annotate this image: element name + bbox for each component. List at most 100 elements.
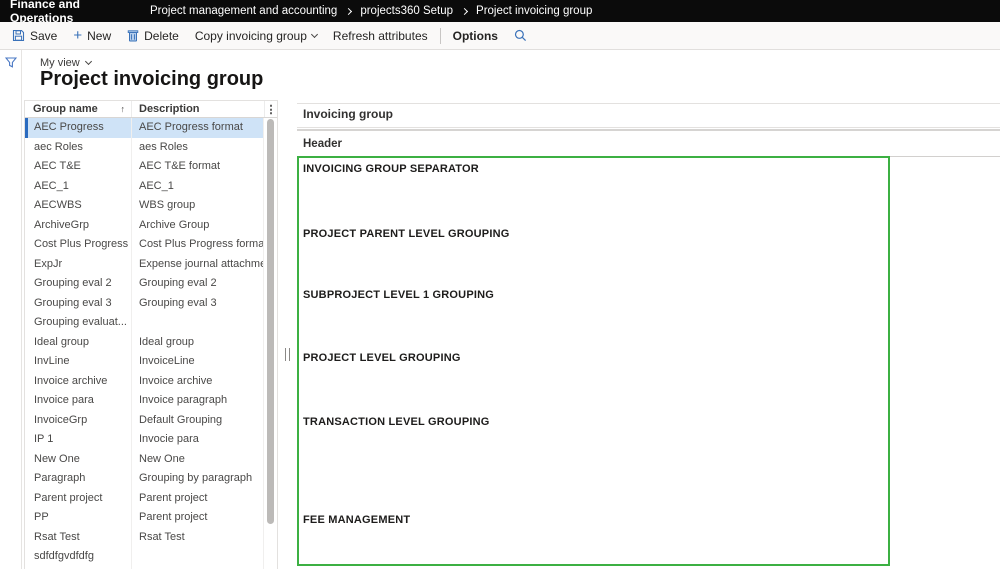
tab-invoicing-group[interactable]: Invoicing group bbox=[303, 107, 393, 121]
list-cell-group-name: sdfdfgvdfdfg bbox=[25, 547, 132, 567]
list-cell-description: Grouping eval 3 bbox=[132, 293, 264, 313]
section-title: FEE MANAGEMENT bbox=[303, 514, 411, 526]
list-cell-description: Invoice archive bbox=[132, 371, 264, 391]
list-cell-group-name: Grouping eval 3 bbox=[25, 293, 132, 313]
options-label: Options bbox=[452, 28, 498, 43]
table-row[interactable]: AECWBS WBS group bbox=[25, 196, 264, 216]
list-cell-group-name: Ideal group bbox=[25, 332, 132, 352]
table-row[interactable]: InvLine InvoiceLine bbox=[25, 352, 264, 372]
breadcrumb-item-module[interactable]: Project management and accounting bbox=[150, 5, 337, 17]
description-header-label: Description bbox=[139, 103, 200, 115]
panel-splitter-handle[interactable] bbox=[285, 348, 290, 361]
list-cell-group-name: Invoice para bbox=[25, 391, 132, 411]
list-rows: AEC Progress AEC Progress format aec Roles… bbox=[25, 118, 277, 569]
chevron-right-icon bbox=[460, 7, 469, 15]
list-cell-description: InvoiceLine bbox=[132, 352, 264, 372]
list-cell-group-name: AEC T&E bbox=[25, 157, 132, 177]
breadcrumb: Project management and accounting projec… bbox=[150, 5, 592, 17]
options-button[interactable]: Options bbox=[445, 22, 506, 49]
list-cell-description: Ideal group bbox=[132, 332, 264, 352]
list-cell-group-name: Rsat Test bbox=[25, 527, 132, 547]
delete-button[interactable]: Delete bbox=[119, 22, 187, 49]
list-cell-description: Invocie para bbox=[132, 430, 264, 450]
list-cell-description: Default Grouping bbox=[132, 410, 264, 430]
filter-icon[interactable] bbox=[4, 50, 17, 73]
list-cell-group-name: Cost Plus Progress bbox=[25, 235, 132, 255]
table-row[interactable]: Grouping evaluat... bbox=[25, 313, 264, 333]
list-cell-group-name: Grouping eval 2 bbox=[25, 274, 132, 294]
table-row[interactable]: InvoiceGrp Default Grouping bbox=[25, 410, 264, 430]
table-row[interactable]: aec Roles aes Roles bbox=[25, 137, 264, 157]
list-scrollbar-thumb[interactable] bbox=[267, 119, 274, 524]
list-cell-description: AEC_1 bbox=[132, 176, 264, 196]
list-cell-group-name: InvoiceGrp bbox=[25, 410, 132, 430]
refresh-attributes-button[interactable]: Refresh attributes bbox=[325, 22, 436, 49]
table-row[interactable]: Ideal group Ideal group bbox=[25, 332, 264, 352]
new-button[interactable]: + New bbox=[65, 22, 119, 49]
section-title: SUBPROJECT LEVEL 1 GROUPING bbox=[303, 289, 495, 301]
table-row[interactable]: Paragraph Grouping by paragraph bbox=[25, 469, 264, 489]
table-row[interactable]: Grouping eval 2 Grouping eval 2 bbox=[25, 274, 264, 294]
form-section-project-parent-level-grouping: PROJECT PARENT LEVEL GROUPING bbox=[303, 228, 888, 240]
list-cell-description bbox=[132, 547, 264, 567]
top-app-bar: Finance and Operations Project managemen… bbox=[0, 0, 1000, 25]
breadcrumb-item-setup[interactable]: projects360 Setup bbox=[360, 5, 453, 17]
table-row[interactable]: Rsat Test Rsat Test bbox=[25, 527, 264, 547]
copy-invoicing-group-label: Copy invoicing group bbox=[194, 28, 307, 43]
list-cell-group-name: aec Roles bbox=[25, 137, 132, 157]
list-cell-description: Grouping eval 2 bbox=[132, 274, 264, 294]
chevron-down-icon bbox=[84, 57, 92, 66]
table-row[interactable]: Invoice archive Invoice archive bbox=[25, 371, 264, 391]
list-cell-group-name: InvLine bbox=[25, 352, 132, 372]
list-cell-description: Parent project bbox=[132, 508, 264, 528]
table-row[interactable]: IP 1 Invocie para bbox=[25, 430, 264, 450]
table-row[interactable]: ExpJr Expense journal attachme... bbox=[25, 254, 264, 274]
table-row[interactable]: Grouping eval 3 Grouping eval 3 bbox=[25, 293, 264, 313]
tab-underline bbox=[297, 127, 1000, 128]
grid-options-icon[interactable]: ⋮ bbox=[265, 103, 277, 116]
list-cell-description: Grouping by paragraph bbox=[132, 469, 264, 489]
list-cell-group-name: Parent project bbox=[25, 488, 132, 508]
list-cell-description: Cost Plus Progress format bbox=[132, 235, 264, 255]
form-section-fee-management: FEE MANAGEMENT bbox=[303, 514, 888, 526]
trash-icon bbox=[127, 29, 139, 42]
table-row[interactable]: sdfdfgvdfdfg bbox=[25, 547, 264, 567]
table-row[interactable]: ArchiveGrp Archive Group bbox=[25, 215, 264, 235]
delete-label: Delete bbox=[144, 28, 179, 43]
toolbar-divider bbox=[439, 27, 441, 44]
table-row[interactable]: AEC T&E AEC T&E format bbox=[25, 157, 264, 177]
column-header-description[interactable]: Description bbox=[132, 101, 265, 117]
tab-header-section[interactable]: Header bbox=[303, 138, 342, 150]
list-cell-group-name: Paragraph bbox=[25, 469, 132, 489]
tab-separator bbox=[297, 129, 1000, 131]
table-row[interactable]: New One New One bbox=[25, 449, 264, 469]
filter-rail bbox=[0, 50, 22, 569]
table-row[interactable]: Parent project Parent project bbox=[25, 488, 264, 508]
group-name-header-label: Group name bbox=[33, 103, 98, 115]
section-title: PROJECT LEVEL GROUPING bbox=[303, 352, 461, 364]
save-button[interactable]: Save bbox=[4, 22, 65, 49]
table-row[interactable]: AEC Progress AEC Progress format bbox=[25, 118, 264, 138]
table-row[interactable]: Invoice para Invoice paragraph bbox=[25, 391, 264, 411]
form-body: INVOICING GROUP SEPARATOR PROJECT PARENT … bbox=[303, 158, 888, 564]
form-section-invoicing-group-separator: INVOICING GROUP SEPARATOR bbox=[303, 163, 888, 175]
list-cell-group-name: AEC_1 bbox=[25, 176, 132, 196]
table-row[interactable]: PP Parent project bbox=[25, 508, 264, 528]
list-cell-group-name: PP bbox=[25, 508, 132, 528]
breadcrumb-item-page[interactable]: Project invoicing group bbox=[476, 5, 592, 17]
list-cell-group-name: AEC Progress bbox=[25, 118, 132, 138]
copy-invoicing-group-button[interactable]: Copy invoicing group bbox=[187, 22, 325, 49]
form-section-project-level-grouping: PROJECT LEVEL GROUPING bbox=[303, 352, 888, 364]
column-header-group-name[interactable]: Group name ↑ bbox=[25, 101, 132, 117]
refresh-attributes-label: Refresh attributes bbox=[332, 28, 428, 43]
table-row[interactable]: Cost Plus Progress Cost Plus Progress for… bbox=[25, 235, 264, 255]
action-toolbar: Save + New Delete Copy invoicing group R… bbox=[0, 22, 1000, 50]
header-section-focus-outline: INVOICING GROUP SEPARATOR PROJECT PARENT … bbox=[297, 156, 890, 566]
search-icon bbox=[514, 29, 527, 42]
search-button[interactable] bbox=[506, 22, 535, 49]
section-title: INVOICING GROUP SEPARATOR bbox=[303, 163, 479, 175]
list-cell-description: AEC Progress format bbox=[132, 118, 264, 138]
table-row[interactable]: AEC_1 AEC_1 bbox=[25, 176, 264, 196]
list-cell-description: WBS group bbox=[132, 196, 264, 216]
list-cell-group-name: ExpJr bbox=[25, 254, 132, 274]
